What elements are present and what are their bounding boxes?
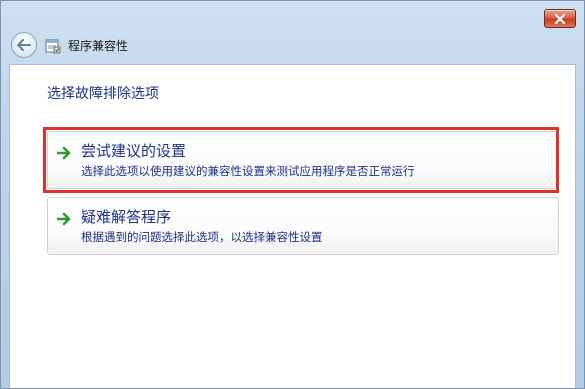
back-arrow-icon xyxy=(17,39,31,51)
option-title: 尝试建议的设置 xyxy=(81,142,187,160)
option-title: 疑难解答程序 xyxy=(81,208,172,226)
program-compatibility-window: 程序兼容性 选择故障排除选项 尝试建议的设置 选择此选项以使用建议的兼容性设置来… xyxy=(0,0,585,389)
program-compatibility-icon xyxy=(45,39,61,54)
page-heading: 选择故障排除选项 xyxy=(47,86,159,102)
option-description: 根据遇到的问题选择此选项，以选择兼容性设置 xyxy=(81,230,323,244)
option-troubleshoot-program[interactable]: 疑难解答程序 根据遇到的问题选择此选项，以选择兼容性设置 xyxy=(47,197,559,255)
window-title: 程序兼容性 xyxy=(68,39,129,53)
close-button[interactable] xyxy=(544,9,576,28)
window-header: 程序兼容性 xyxy=(1,29,584,63)
option-description: 选择此选项以使用建议的兼容性设置来测试应用程序是否正常运行 xyxy=(81,164,415,178)
green-arrow-icon xyxy=(57,146,71,160)
close-icon xyxy=(554,13,566,24)
option-try-recommended-settings[interactable]: 尝试建议的设置 选择此选项以使用建议的兼容性设置来测试应用程序是否正常运行 xyxy=(47,131,559,189)
content-area: 选择故障排除选项 尝试建议的设置 选择此选项以使用建议的兼容性设置来测试应用程序… xyxy=(9,64,576,388)
green-arrow-icon xyxy=(57,212,71,226)
back-button[interactable] xyxy=(11,32,37,58)
